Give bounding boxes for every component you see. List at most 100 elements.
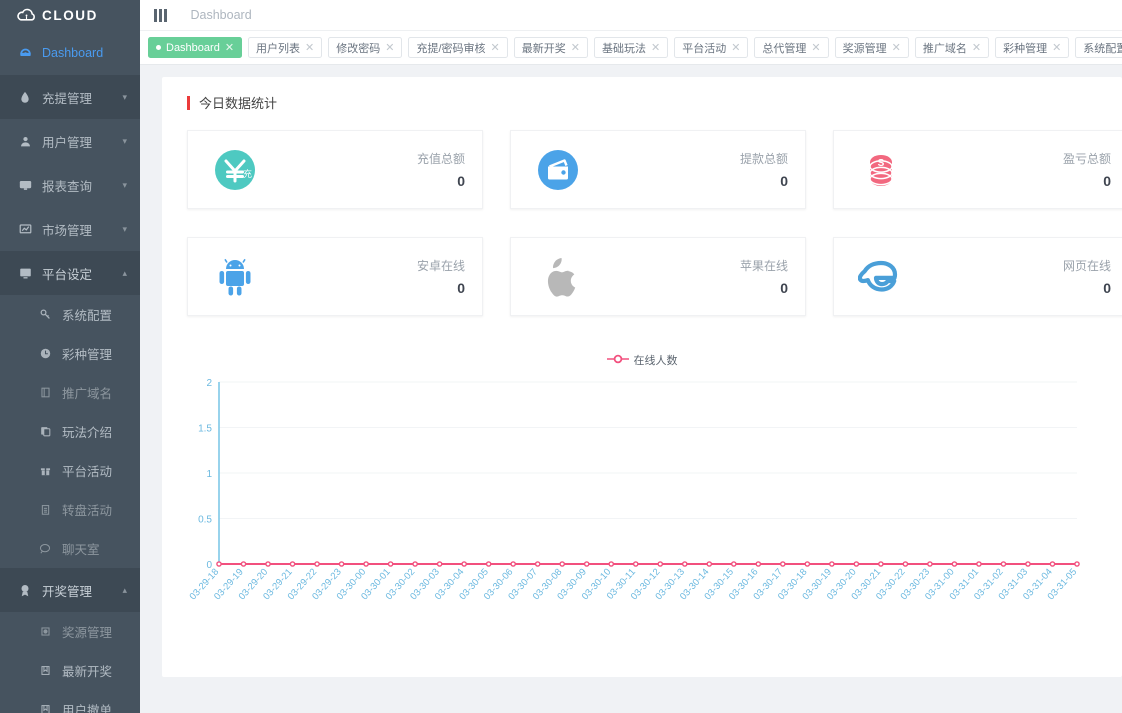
sidebar-subitem-label: 最新开奖 (62, 661, 112, 680)
tab-latest-draw[interactable]: 最新开奖 ✕ (514, 37, 588, 58)
sidebar-subitem-latest-draw[interactable]: 最新开奖 (0, 651, 140, 690)
sidebar-subitem-chatroom[interactable]: 聊天室 (0, 529, 140, 568)
sidebar-subitem-system-config[interactable]: 系统配置 (0, 295, 140, 334)
stat-label: 安卓在线 (417, 257, 465, 274)
close-icon[interactable]: ✕ (651, 41, 660, 54)
sidebar-subitem-lottery-types[interactable]: 彩种管理 (0, 334, 140, 373)
tab-agent-management[interactable]: 总代管理 ✕ (754, 37, 828, 58)
tab-label: 总代管理 (762, 40, 806, 56)
stat-value: 0 (740, 173, 788, 189)
coins-icon: S (858, 147, 904, 193)
close-icon[interactable]: ✕ (305, 41, 314, 54)
sidebar-item-market-management[interactable]: 市场管理 ▾ (0, 207, 140, 251)
stat-meta: 提款总额 0 (740, 150, 788, 189)
stat-meta: 网页在线 0 (1063, 257, 1111, 296)
dashboard-icon (14, 47, 36, 60)
close-icon[interactable]: ✕ (731, 41, 740, 54)
close-icon[interactable]: ✕ (811, 41, 820, 54)
close-icon[interactable]: ✕ (385, 41, 394, 54)
sidebar-item-user-management[interactable]: 用户管理 ▾ (0, 119, 140, 163)
stat-card-web-online: 网页在线 0 (833, 237, 1122, 316)
sidebar-nav: Dashboard 充提管理 ▾ 用户管理 ▾ (0, 31, 140, 713)
award-icon (14, 584, 36, 597)
apple-icon (535, 254, 581, 300)
tab-lottery-types[interactable]: 彩种管理 ✕ (995, 37, 1069, 58)
sidebar-subitem-user-cancel-order[interactable]: 用户撤单 (0, 690, 140, 713)
tab-prize-source[interactable]: 奖源管理 ✕ (835, 37, 909, 58)
svg-text:1.5: 1.5 (198, 424, 212, 435)
stat-cards-row-1: 充 充值总额 0 (162, 130, 1122, 209)
brand-name: CLOUD (42, 8, 98, 23)
chart-plot-area: 00.511.5203-29-1803-29-1903-29-2003-29-2… (187, 374, 1097, 636)
tab-user-list[interactable]: 用户列表 ✕ (248, 37, 322, 58)
brand-logo[interactable]: CLOUD (0, 0, 140, 31)
chart-svg: 00.511.5203-29-1803-29-1903-29-2003-29-2… (187, 374, 1087, 619)
key-icon (36, 309, 54, 320)
tab-label: 推广域名 (923, 40, 967, 56)
tab-label: 奖源管理 (843, 40, 887, 56)
active-dot-icon (156, 45, 161, 50)
sidebar-item-dashboard[interactable]: Dashboard (0, 31, 140, 75)
close-icon[interactable]: ✕ (571, 41, 580, 54)
tab-change-password[interactable]: 修改密码 ✕ (328, 37, 402, 58)
stat-label: 提款总额 (740, 150, 788, 167)
tab-label: Dashboard (166, 42, 220, 54)
stat-card-profit-loss-total: S 盈亏总额 0 (833, 130, 1122, 209)
close-icon[interactable]: ✕ (491, 41, 500, 54)
stat-value: 0 (1063, 173, 1111, 189)
sidebar-item-deposit-withdraw[interactable]: 充提管理 ▾ (0, 75, 140, 119)
breadcrumb: Dashboard (191, 8, 252, 22)
tab-platform-activity[interactable]: 平台活动 ✕ (674, 37, 748, 58)
online-users-chart: 在线人数 00.511.5203-29-1803-29-1903-29-2003… (187, 346, 1097, 636)
accent-bar (187, 96, 190, 110)
sidebar-subitem-prize-source[interactable]: 奖源管理 (0, 612, 140, 651)
sidebar-subitem-wheel-activity[interactable]: 转盘活动 (0, 490, 140, 529)
tab-system-config[interactable]: 系统配置 ✕ (1075, 37, 1122, 58)
tab-dashboard[interactable]: Dashboard ✕ (148, 37, 242, 58)
copy-icon (36, 426, 54, 437)
gift-icon (36, 465, 54, 476)
sidebar-subitem-platform-activity[interactable]: 平台活动 (0, 451, 140, 490)
sidebar: CLOUD Dashboard 充提管理 ▾ (0, 0, 140, 713)
sidebar-subitem-play-intro[interactable]: 玩法介绍 (0, 412, 140, 451)
sidebar-subitem-label: 玩法介绍 (62, 422, 112, 441)
stat-label: 网页在线 (1063, 257, 1111, 274)
tab-label: 最新开奖 (522, 40, 566, 56)
sidebar-item-label: 用户管理 (42, 132, 92, 151)
tab-basic-play[interactable]: 基础玩法 ✕ (594, 37, 668, 58)
tab-promo-domain[interactable]: 推广域名 ✕ (915, 37, 989, 58)
sidebar-item-label: 充提管理 (42, 88, 92, 107)
sidebar-item-label: 市场管理 (42, 220, 92, 239)
collapse-icon[interactable] (150, 7, 171, 24)
stat-meta: 充值总额 0 (417, 150, 465, 189)
chevron-up-icon: ▴ (122, 586, 127, 595)
drop-icon (14, 91, 36, 104)
stat-label: 充值总额 (417, 150, 465, 167)
sidebar-subitem-promo-domain[interactable]: 推广域名 (0, 373, 140, 412)
tab-label: 充提/密码审核 (416, 40, 485, 56)
clipboard-icon (36, 504, 54, 515)
sidebar-item-platform-settings[interactable]: 平台设定 ▴ (0, 251, 140, 295)
close-icon[interactable]: ✕ (892, 41, 901, 54)
stat-label: 苹果在线 (740, 257, 788, 274)
tab-label: 用户列表 (256, 40, 300, 56)
legend-marker-icon (607, 354, 629, 367)
sidebar-item-lottery-management[interactable]: 开奖管理 ▴ (0, 568, 140, 612)
stat-value: 0 (417, 173, 465, 189)
tab-label: 系统配置 (1083, 40, 1122, 56)
clock-icon (36, 348, 54, 359)
close-icon[interactable]: ✕ (1052, 41, 1061, 54)
tab-deposit-password-audit[interactable]: 充提/密码审核 ✕ (408, 37, 507, 58)
chart-legend[interactable]: 在线人数 (187, 352, 1097, 368)
tab-label: 彩种管理 (1003, 40, 1047, 56)
close-icon[interactable]: ✕ (972, 41, 981, 54)
svg-text:2: 2 (206, 378, 212, 389)
stat-card-withdraw-total: 提款总额 0 (510, 130, 806, 209)
flag-icon (36, 704, 54, 713)
sidebar-item-report-query[interactable]: 报表查询 ▾ (0, 163, 140, 207)
close-icon[interactable]: ✕ (225, 41, 234, 54)
legend-label: 在线人数 (634, 352, 678, 368)
stat-meta: 盈亏总额 0 (1063, 150, 1111, 189)
stat-card-deposit-total: 充 充值总额 0 (187, 130, 483, 209)
chevron-down-icon: ▾ (122, 93, 127, 102)
